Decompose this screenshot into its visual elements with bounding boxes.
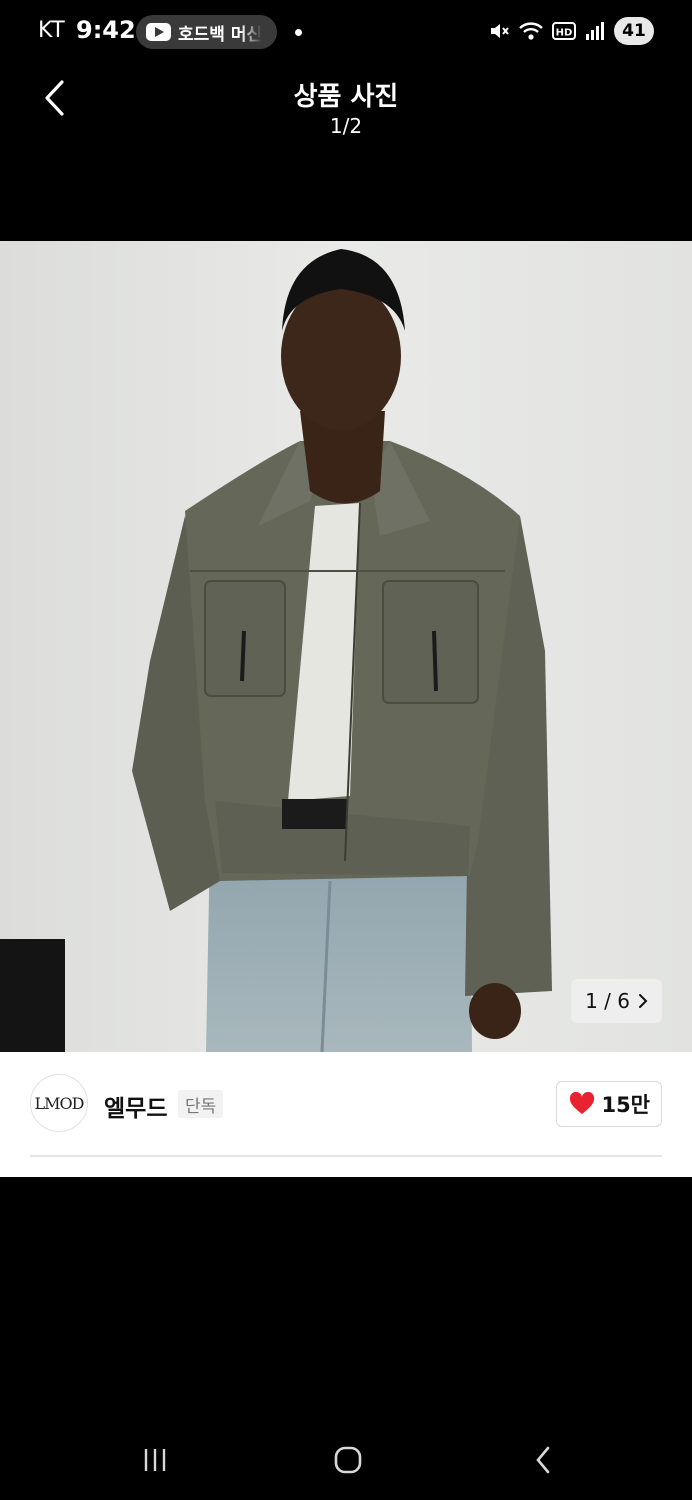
chevron-right-icon: [639, 994, 648, 1008]
carrier-label: KT: [38, 18, 66, 43]
brand-name[interactable]: 엘무드: [104, 1089, 167, 1123]
system-navigation-bar: [0, 1420, 692, 1500]
youtube-icon: [146, 23, 171, 41]
page-title: 상품 사진: [293, 82, 399, 112]
like-count: 15만: [601, 1093, 650, 1117]
hd-icon: HD: [552, 20, 576, 42]
recent-apps-button[interactable]: [130, 1442, 180, 1478]
status-bar: KT 9:42 호드백 머신 HD 41: [0, 0, 692, 64]
brand-logo[interactable]: LMOD: [30, 1074, 88, 1132]
home-icon: [334, 1446, 362, 1474]
wifi-icon: [518, 20, 544, 42]
media-notification-pill[interactable]: 호드백 머신: [136, 15, 277, 49]
mute-icon: [488, 20, 510, 42]
image-pager-label: 1 / 6: [585, 989, 630, 1013]
divider: [30, 1155, 662, 1157]
nav-back-button[interactable]: [518, 1442, 568, 1478]
exclusive-badge: 단독: [178, 1090, 224, 1118]
brand-info-card: LMOD 엘무드 단독 15만: [0, 1052, 692, 1177]
battery-indicator: 41: [614, 17, 654, 45]
back-arrow-icon: [536, 1446, 550, 1474]
product-photo[interactable]: 1 / 6: [0, 241, 692, 1052]
image-pager[interactable]: 1 / 6: [571, 979, 662, 1023]
media-title: 호드백 머신: [178, 24, 263, 45]
signal-icon: [584, 20, 606, 42]
recent-apps-icon: [144, 1449, 166, 1471]
brand-logo-text: LMOD: [34, 1093, 85, 1113]
model-jacket-illustration: [0, 241, 692, 1052]
home-button[interactable]: [323, 1442, 373, 1478]
svg-text:HD: HD: [556, 28, 573, 39]
heart-icon: [570, 1092, 595, 1114]
notification-dot: [295, 29, 302, 36]
photo-counter: 1/2: [329, 114, 363, 138]
system-icons: HD 41: [488, 17, 654, 45]
like-button[interactable]: 15만: [556, 1081, 662, 1127]
status-clock: 9:42: [76, 16, 136, 44]
